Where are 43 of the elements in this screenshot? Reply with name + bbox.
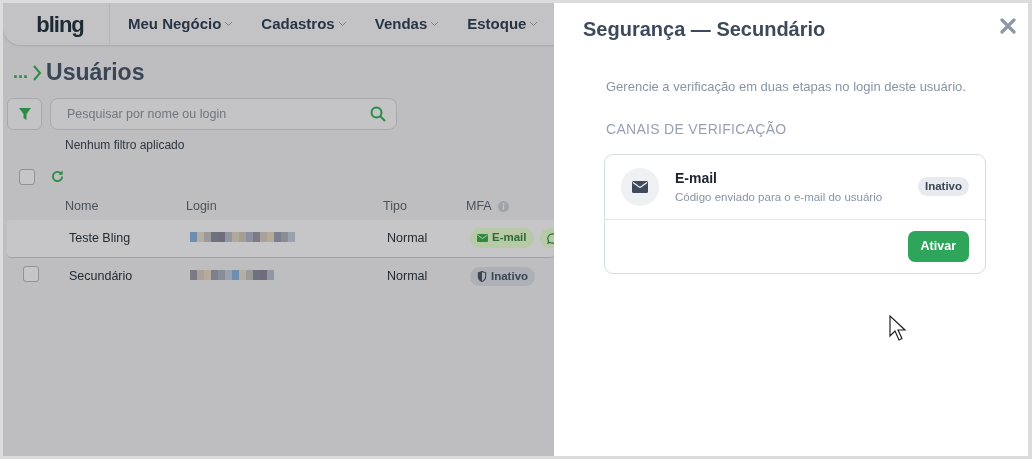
nav-menu-item[interactable]: Estoque	[467, 12, 539, 36]
nav-menu-item[interactable]: Meu Negócio	[128, 12, 234, 36]
chevron-down-icon	[337, 21, 347, 27]
row-checkbox[interactable]	[23, 265, 39, 282]
column-header: MFA	[466, 198, 492, 216]
envelope-icon	[477, 234, 488, 243]
column-header: Login	[186, 199, 217, 214]
page-title: Usuários	[46, 59, 145, 87]
drawer-title: Segurança — Secundário	[583, 17, 826, 41]
select-all-checkbox[interactable]	[19, 168, 35, 185]
mfa-badge: E-mail	[470, 228, 534, 248]
search-field[interactable]: Pesquisar por nome ou login	[50, 97, 397, 130]
envelope-icon	[621, 167, 659, 206]
section-heading: CANAIS DE VERIFICAÇÃO	[606, 119, 788, 139]
logo[interactable]: bling	[3, 7, 109, 41]
drawer-description: Gerencie a verificação em duas etapas no login deste usuário.	[606, 78, 967, 96]
column-header: Tipo	[383, 199, 407, 214]
chevron-down-icon	[430, 21, 440, 27]
filter-icon	[18, 107, 31, 120]
shield-icon	[477, 271, 487, 283]
channel-name: E-mail	[675, 168, 718, 188]
mfa-badge: Inativo	[470, 266, 536, 287]
column-header: Nome	[65, 199, 99, 214]
mouse-cursor-icon	[889, 315, 907, 341]
table-cell: Secundário	[69, 269, 133, 284]
table-cell: Normal	[387, 230, 428, 245]
info-icon[interactable]	[497, 201, 509, 213]
chevron-down-icon	[529, 21, 539, 27]
nav-menu-item[interactable]: Vendas	[374, 12, 440, 36]
chevron-right-icon	[32, 64, 42, 81]
nav-menu-item[interactable]: Cadastros	[261, 12, 347, 36]
filter-button[interactable]	[7, 97, 42, 130]
table-cell: Normal	[387, 269, 428, 284]
refresh-icon[interactable]	[51, 170, 64, 184]
chevron-down-icon	[224, 21, 234, 27]
status-badge: Inativo	[917, 177, 969, 197]
table-row[interactable]: Secundário Normal Inativo	[7, 257, 554, 296]
search-icon[interactable]	[370, 105, 386, 122]
channel-description: Código enviado para o e-mail do usuário	[675, 189, 884, 205]
filter-status: Nenhum filtro aplicado	[65, 136, 186, 154]
table-row[interactable]: Teste Bling Normal E-mail	[7, 219, 554, 258]
chat-bubble-icon	[546, 232, 554, 244]
table-cell: Teste Bling	[69, 230, 131, 245]
